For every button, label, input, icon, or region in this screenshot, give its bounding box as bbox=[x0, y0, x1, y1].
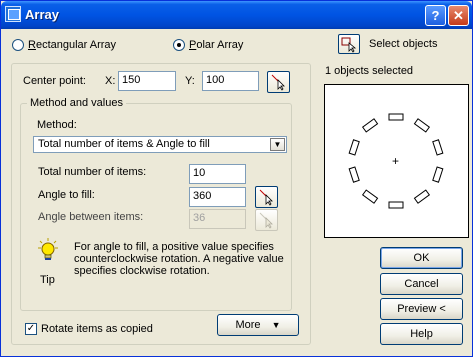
total-items-input[interactable]: 10 bbox=[189, 164, 246, 184]
rotate-items-checkbox[interactable]: ✓ bbox=[25, 323, 37, 335]
preview-array-item bbox=[348, 139, 360, 156]
total-items-label: Total number of items: bbox=[38, 166, 147, 178]
angle-to-fill-label: Angle to fill: bbox=[38, 189, 95, 201]
pick-angle-between-button bbox=[255, 209, 278, 231]
rectangular-array-text: Rectangular Array bbox=[28, 39, 117, 51]
method-select[interactable]: Total number of items & Angle to fill ▼ bbox=[33, 136, 287, 153]
preview-array-item bbox=[361, 118, 379, 133]
polar-array-radio[interactable] bbox=[173, 39, 185, 51]
objects-selected-status: 1 objects selected bbox=[325, 65, 414, 77]
tip-text: For angle to fill, a positive value spec… bbox=[74, 241, 284, 277]
method-label: Method: bbox=[37, 119, 77, 131]
help-title-button[interactable]: ? bbox=[425, 5, 446, 26]
help-button[interactable]: Help bbox=[380, 323, 463, 345]
preview-array-item bbox=[432, 139, 444, 156]
select-objects-button[interactable] bbox=[338, 34, 360, 54]
more-button[interactable]: More ▼ bbox=[217, 314, 299, 336]
center-point-label: Center point: bbox=[23, 75, 86, 87]
y-label: Y: bbox=[185, 75, 195, 87]
preview-array-item bbox=[361, 189, 379, 204]
chevron-down-icon[interactable]: ▼ bbox=[270, 138, 285, 151]
lightbulb-icon bbox=[38, 238, 58, 260]
tip-caption: Tip bbox=[40, 274, 55, 286]
ok-button[interactable]: OK bbox=[380, 247, 463, 269]
center-y-input[interactable]: 100 bbox=[202, 71, 259, 91]
more-chevron-icon: ▼ bbox=[271, 320, 281, 330]
rectangular-array-label[interactable]: Rectangular Array bbox=[28, 39, 116, 51]
select-objects-icon bbox=[341, 37, 357, 53]
preview-pane: + bbox=[324, 84, 469, 238]
pick-point-icon bbox=[271, 74, 285, 91]
polar-array-label[interactable]: Polar Array bbox=[189, 39, 243, 51]
rectangular-array-radio[interactable] bbox=[12, 39, 24, 51]
method-select-value: Total number of items & Angle to fill bbox=[38, 138, 210, 150]
center-x-input[interactable]: 150 bbox=[118, 71, 176, 91]
angle-to-fill-input[interactable]: 360 bbox=[189, 187, 246, 207]
select-objects-label[interactable]: Select objects bbox=[369, 38, 437, 50]
preview-array-item bbox=[388, 113, 404, 121]
method-values-group bbox=[20, 103, 292, 311]
rotate-items-label[interactable]: Rotate items as copied bbox=[41, 323, 153, 335]
array-app-icon bbox=[5, 6, 21, 22]
array-dialog: Array ? ✕ Rectangular Array Polar Array … bbox=[0, 0, 473, 357]
preview-center-mark: + bbox=[392, 154, 399, 168]
more-button-label: More bbox=[235, 319, 261, 331]
preview-array-item bbox=[413, 189, 431, 204]
cancel-button[interactable]: Cancel bbox=[380, 273, 463, 295]
polar-array-text: Polar Array bbox=[189, 39, 244, 51]
pick-angle-disabled-icon bbox=[259, 212, 273, 229]
method-values-title: Method and values bbox=[27, 97, 126, 109]
preview-graphic: + bbox=[348, 113, 444, 209]
pick-angle-icon bbox=[259, 189, 273, 206]
title-bar[interactable]: Array ? ✕ bbox=[1, 1, 472, 29]
preview-array-item bbox=[388, 201, 404, 209]
preview-array-item bbox=[432, 166, 444, 183]
preview-array-item bbox=[413, 118, 431, 133]
pick-angle-to-fill-button[interactable] bbox=[255, 186, 278, 208]
x-label: X: bbox=[105, 75, 116, 87]
window-title: Array bbox=[25, 7, 59, 22]
angle-between-input: 36 bbox=[189, 209, 246, 229]
close-button[interactable]: ✕ bbox=[448, 5, 469, 26]
preview-array-item bbox=[348, 166, 360, 183]
pick-center-point-button[interactable] bbox=[267, 71, 290, 93]
preview-button[interactable]: Preview < bbox=[380, 298, 463, 320]
angle-between-label: Angle between items: bbox=[38, 211, 144, 223]
